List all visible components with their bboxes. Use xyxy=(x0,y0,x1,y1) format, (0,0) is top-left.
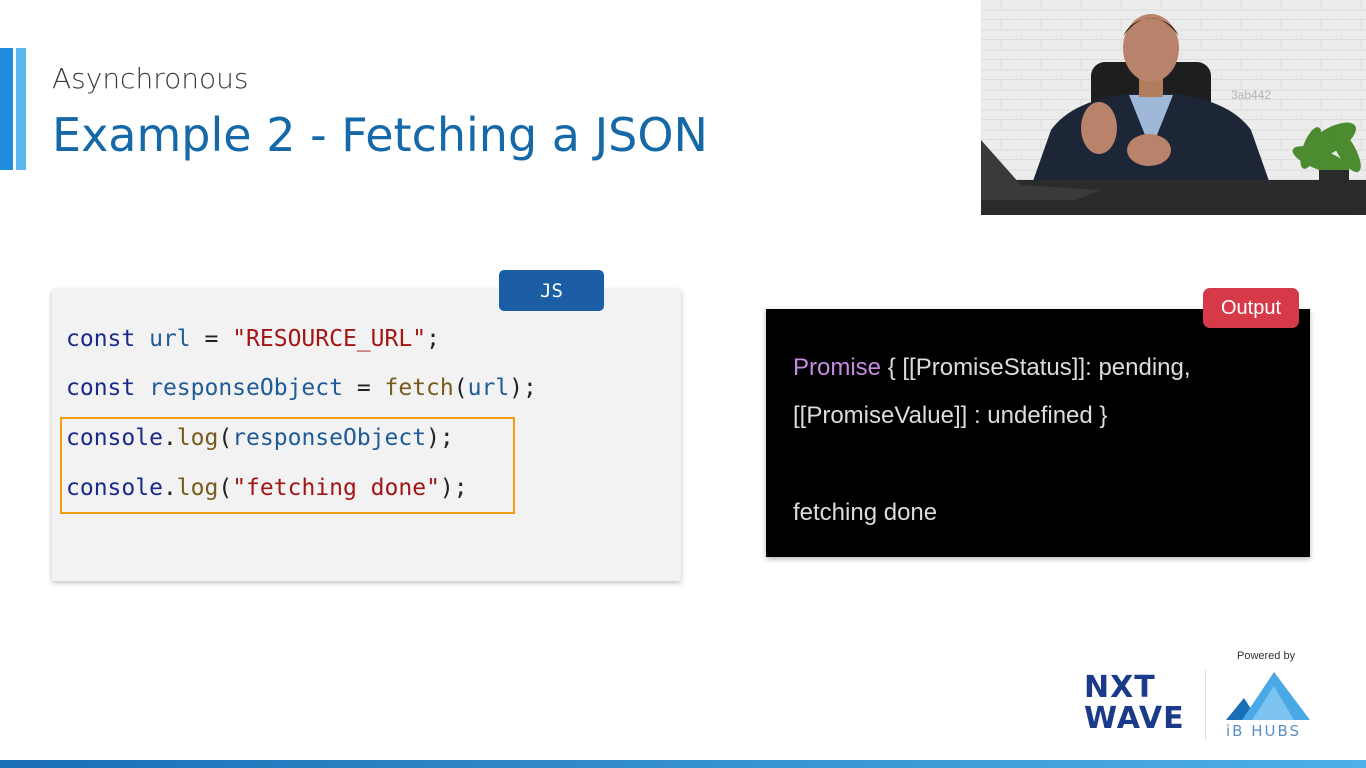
code-token: ( xyxy=(453,375,468,401)
code-token: responseObject xyxy=(149,375,343,401)
ibhubs-mountain-icon xyxy=(1226,672,1310,720)
output-promise-keyword: Promise xyxy=(793,354,882,381)
code-token: const xyxy=(66,326,150,352)
code-line: const responseObject = fetch(url); xyxy=(66,375,537,401)
accent-bar-light xyxy=(16,48,26,170)
code-token: "RESOURCE_URL" xyxy=(232,326,427,352)
output-line-1-rest: { [[PromiseStatus]]: pending, xyxy=(881,354,1191,381)
logo-divider xyxy=(1205,670,1206,740)
code-line: const url = "RESOURCE_URL"; xyxy=(66,326,440,352)
presenter-video-frame xyxy=(981,0,1366,215)
output-line-2: [[PromiseValue]] : undefined } xyxy=(793,402,1108,429)
highlight-box xyxy=(60,417,515,514)
accent-bar xyxy=(0,48,26,170)
slide-title: Example 2 - Fetching a JSON xyxy=(52,108,708,162)
bottom-strip xyxy=(0,760,1366,768)
code-token: ; xyxy=(426,326,440,352)
code-token: const xyxy=(66,375,150,401)
language-badge: JS xyxy=(499,270,604,311)
slide-subtitle: Asynchronous xyxy=(52,62,249,95)
code-token: url xyxy=(467,375,510,401)
nxtwave-logo-line-1: NXT xyxy=(1084,670,1156,705)
code-token: = xyxy=(190,326,233,352)
video-watermark: 3ab442 xyxy=(1231,88,1272,102)
code-token: fetch xyxy=(384,375,454,401)
ibhubs-logo-text: iB HUBS xyxy=(1226,722,1302,740)
accent-bar-dark xyxy=(0,48,13,170)
output-line-1: Promise { [[PromiseStatus]]: pending, xyxy=(793,354,1191,382)
output-badge: Output xyxy=(1203,288,1299,328)
code-token: = xyxy=(342,375,385,401)
code-token: url xyxy=(149,326,191,352)
presenter-webcam: 3ab442 xyxy=(981,0,1366,215)
nxtwave-logo-line-2: WAVE xyxy=(1084,701,1185,736)
powered-by-label: Powered by xyxy=(1237,650,1296,662)
output-line-3: fetching done xyxy=(793,499,938,526)
code-token: ); xyxy=(509,375,537,401)
nxtwave-logo: NXT WAVE xyxy=(1084,672,1189,738)
